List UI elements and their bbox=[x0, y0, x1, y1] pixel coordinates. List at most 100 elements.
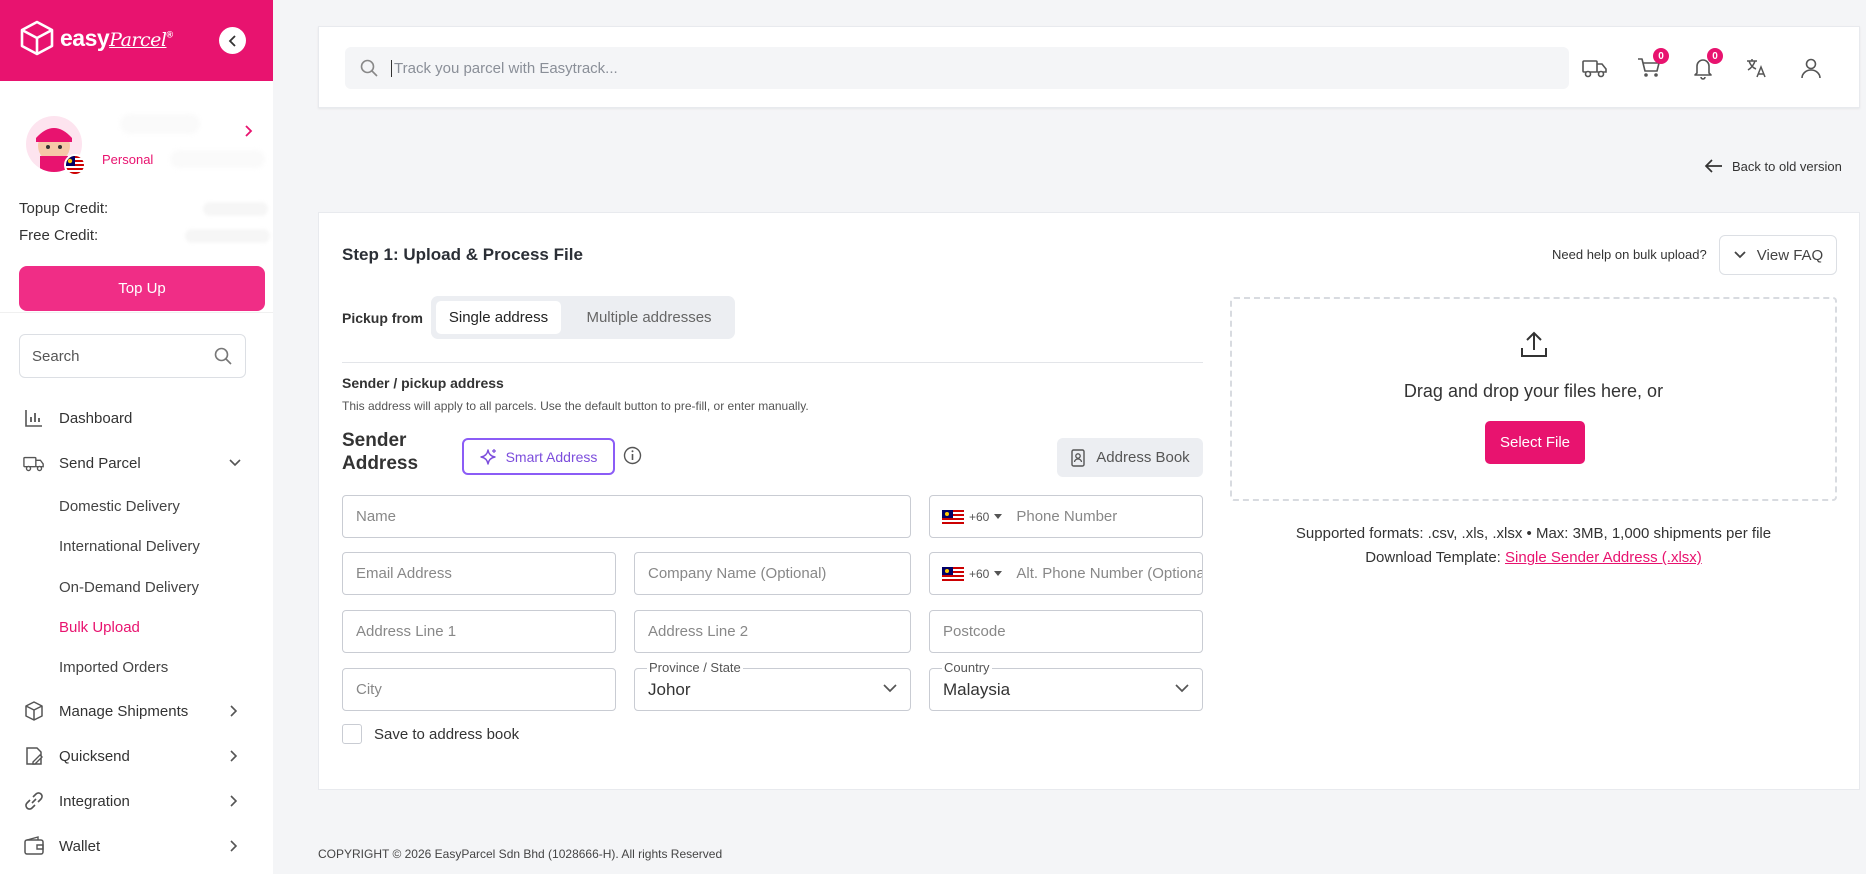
country-value: Malaysia bbox=[943, 679, 1011, 699]
notification-count-badge: 0 bbox=[1707, 48, 1723, 64]
sidebar-item-integration[interactable]: Integration bbox=[0, 783, 273, 819]
upload-icon bbox=[1521, 331, 1547, 357]
track-search-placeholder: Track you parcel with Easytrack... bbox=[391, 59, 618, 77]
address-line-1-field[interactable]: Address Line 1 bbox=[342, 610, 616, 653]
email-field[interactable]: Email Address bbox=[342, 552, 616, 595]
logo[interactable]: easyParcel® bbox=[20, 20, 173, 56]
link-icon bbox=[23, 790, 45, 812]
chevron-down-icon bbox=[883, 684, 897, 693]
track-search-input[interactable]: Track you parcel with Easytrack... bbox=[345, 47, 1569, 89]
step-title: Step 1: Upload & Process File bbox=[342, 245, 583, 264]
phone-field[interactable]: +60 Phone Number bbox=[929, 495, 1203, 538]
country-select[interactable]: Country Malaysia bbox=[929, 660, 1203, 711]
shipping-truck-icon[interactable] bbox=[1581, 54, 1609, 82]
company-field[interactable]: Company Name (Optional) bbox=[634, 552, 911, 595]
state-select[interactable]: Province / State Johor bbox=[634, 660, 911, 711]
sidebar-subitem-on-demand[interactable]: On-Demand Delivery bbox=[59, 579, 199, 596]
malaysia-flag-icon bbox=[64, 154, 86, 176]
bulk-upload-card: Step 1: Upload & Process File Need help … bbox=[318, 212, 1860, 790]
caret-down-icon bbox=[994, 571, 1003, 576]
country-code-select[interactable]: +60 bbox=[942, 509, 1003, 524]
chevron-right-icon bbox=[230, 750, 238, 762]
chevron-right-icon bbox=[230, 705, 238, 717]
sidebar-item-quicksend[interactable]: Quicksend bbox=[0, 738, 273, 774]
save-to-address-book-checkbox[interactable] bbox=[342, 724, 362, 744]
cart-icon[interactable]: 0 bbox=[1635, 48, 1669, 82]
smart-address-button[interactable]: Smart Address bbox=[462, 438, 615, 475]
logo-text: easyParcel® bbox=[60, 24, 173, 51]
sidebar-item-wallet[interactable]: Wallet bbox=[0, 828, 273, 864]
bar-chart-icon bbox=[23, 407, 45, 429]
city-field[interactable]: City bbox=[342, 668, 616, 711]
info-icon[interactable] bbox=[623, 446, 642, 465]
alt-phone-placeholder: Alt. Phone Number (Optional) bbox=[1016, 565, 1203, 582]
country-code-value: +60 bbox=[969, 566, 990, 581]
user-icon[interactable] bbox=[1797, 54, 1825, 82]
sidebar-search-placeholder: Search bbox=[32, 347, 80, 365]
sidebar-item-label: Dashboard bbox=[59, 409, 133, 427]
template-label: Download Template: bbox=[1365, 549, 1501, 566]
back-to-old-version-link[interactable]: Back to old version bbox=[1704, 158, 1842, 174]
alt-phone-field[interactable]: +60 Alt. Phone Number (Optional) bbox=[929, 552, 1203, 595]
supported-formats-text: Supported formats: .csv, .xls, .xlsx • M… bbox=[1295, 525, 1772, 542]
caret-down-icon bbox=[994, 514, 1003, 519]
sidebar-item-label: Send Parcel bbox=[59, 454, 141, 472]
sidebar-item-label: Quicksend bbox=[59, 747, 130, 765]
profile-card[interactable]: Personal bbox=[0, 100, 273, 190]
file-dropzone[interactable]: Drag and drop your files here, or Select… bbox=[1230, 297, 1837, 501]
sidebar-subitem-international[interactable]: International Delivery bbox=[59, 538, 200, 555]
bell-icon[interactable]: 0 bbox=[1689, 48, 1723, 82]
smart-address-label: Smart Address bbox=[505, 448, 598, 465]
state-label: Province / State bbox=[647, 660, 743, 675]
select-file-button[interactable]: Select File bbox=[1485, 421, 1585, 464]
single-address-option[interactable]: Single address bbox=[436, 301, 561, 334]
section-title: Sender / pickup address bbox=[342, 375, 504, 391]
chevron-down-icon bbox=[1734, 251, 1746, 259]
chevron-right-icon[interactable] bbox=[243, 124, 253, 138]
address-line-2-field[interactable]: Address Line 2 bbox=[634, 610, 911, 653]
quick-send-icon bbox=[23, 745, 45, 767]
multiple-addresses-option[interactable]: Multiple addresses bbox=[569, 301, 729, 334]
top-up-button[interactable]: Top Up bbox=[19, 266, 265, 311]
sidebar-subitem-bulk-upload[interactable]: Bulk Upload bbox=[59, 619, 140, 636]
box-icon bbox=[23, 700, 45, 722]
sidebar-item-dashboard[interactable]: Dashboard bbox=[0, 400, 273, 436]
back-link-label: Back to old version bbox=[1732, 158, 1842, 174]
sidebar-item-label: Wallet bbox=[59, 837, 101, 855]
postcode-field[interactable]: Postcode bbox=[929, 610, 1203, 653]
divider bbox=[342, 362, 1203, 363]
sidebar-subitem-domestic[interactable]: Domestic Delivery bbox=[59, 498, 180, 515]
footer-copyright: COPYRIGHT © 2026 EasyParcel Sdn Bhd (102… bbox=[318, 847, 723, 861]
chevron-down-icon bbox=[229, 459, 241, 467]
sidebar-subitem-imported-orders[interactable]: Imported Orders bbox=[59, 659, 168, 676]
redacted-name bbox=[120, 114, 200, 134]
pickup-label: Pickup from bbox=[342, 310, 423, 326]
view-faq-label: View FAQ bbox=[1756, 246, 1824, 264]
address-book-label: Address Book bbox=[1096, 449, 1190, 466]
truck-icon bbox=[23, 452, 45, 474]
address-book-button[interactable]: Address Book bbox=[1057, 438, 1203, 477]
view-faq-button[interactable]: View FAQ bbox=[1719, 235, 1837, 275]
download-template-link[interactable]: Single Sender Address (.xlsx) bbox=[1505, 549, 1702, 566]
wallet-icon bbox=[23, 835, 45, 857]
search-icon bbox=[360, 59, 378, 77]
address-book-icon bbox=[1071, 448, 1085, 467]
sidebar-item-send-parcel[interactable]: Send Parcel bbox=[0, 445, 273, 481]
sidebar-item-manage-shipments[interactable]: Manage Shipments bbox=[0, 693, 273, 729]
name-field[interactable]: Name bbox=[342, 495, 911, 538]
malaysia-flag-icon bbox=[942, 509, 964, 524]
sender-address-heading: Sender Address bbox=[342, 430, 419, 474]
collapse-sidebar-button[interactable] bbox=[219, 27, 246, 54]
sidebar-item-label: Manage Shipments bbox=[59, 702, 189, 720]
sidebar-item-label: Integration bbox=[59, 792, 130, 810]
sidebar: easyParcel® Personal Topup Credit: Free … bbox=[0, 0, 273, 874]
chevron-left-icon bbox=[228, 34, 236, 47]
country-code-select[interactable]: +60 bbox=[942, 566, 1003, 581]
free-credit-label: Free Credit: bbox=[19, 227, 99, 244]
malaysia-flag-icon bbox=[942, 566, 964, 581]
translate-icon[interactable] bbox=[1743, 54, 1771, 82]
country-label: Country bbox=[942, 660, 992, 675]
sidebar-search-input[interactable]: Search bbox=[19, 334, 246, 378]
chevron-right-icon bbox=[230, 840, 238, 852]
divider bbox=[0, 312, 273, 313]
